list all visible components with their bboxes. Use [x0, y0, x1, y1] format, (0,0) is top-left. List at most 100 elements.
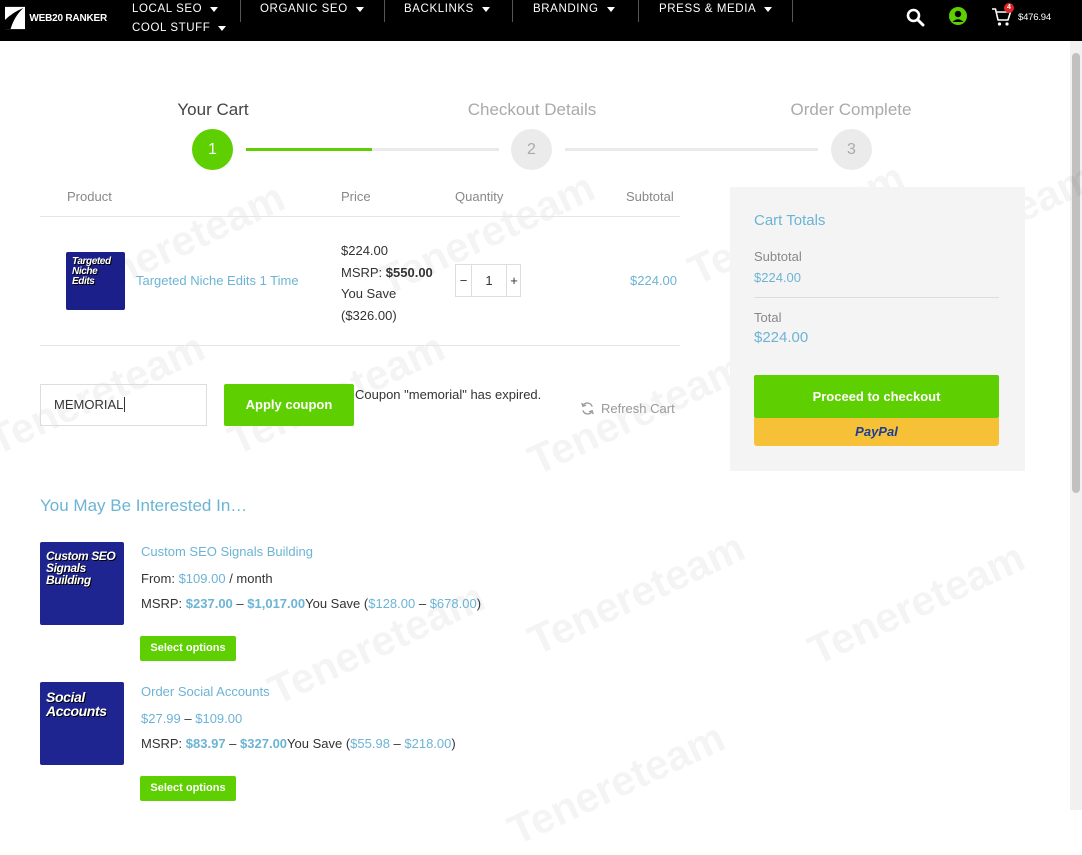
cart-totals-title: Cart Totals	[754, 212, 826, 229]
text-cursor	[124, 397, 126, 412]
select-options-button-2[interactable]: Select options	[140, 776, 236, 801]
thumbnail-text: Social Accounts	[46, 689, 107, 719]
table-divider	[40, 216, 680, 217]
save-high: $218.00	[404, 736, 452, 751]
recommended-product-name-1[interactable]: Custom SEO Signals Building	[141, 544, 313, 559]
save-low: $128.00	[368, 596, 416, 611]
header-product: Product	[67, 189, 112, 204]
quantity-stepper: − 1 +	[455, 264, 521, 297]
from-value: $109.00	[178, 571, 226, 586]
scrollbar-thumb[interactable]	[1072, 53, 1080, 493]
nav-divider	[638, 0, 639, 22]
header-price: Price	[341, 189, 371, 204]
caret-down-icon	[481, 6, 490, 12]
you-save-label: You Save (	[287, 736, 351, 751]
nav-divider	[240, 0, 241, 22]
msrp-label: MSRP:	[341, 264, 383, 280]
save-high: $678.00	[429, 596, 477, 611]
you-save-label: You Save	[341, 286, 397, 301]
recommended-msrp-1: MSRP: $237.00 – $1,017.00You Save ($128.…	[141, 596, 482, 611]
msrp-low: $83.97	[185, 736, 226, 751]
logo-mark-icon	[5, 6, 26, 30]
apply-coupon-button[interactable]: Apply coupon	[224, 384, 354, 426]
cart-product-name-link[interactable]: Targeted Niche Edits 1 Time	[136, 273, 299, 288]
quantity-decrease-button[interactable]: −	[456, 265, 472, 296]
recommended-price-1: From: $109.00 / month	[141, 571, 273, 586]
msrp-label: MSRP:	[141, 596, 183, 611]
nav-press-media[interactable]: PRESS & MEDIA	[659, 3, 773, 15]
totals-total-label: Total	[754, 310, 782, 325]
step-circle-1: 1	[192, 129, 233, 170]
recommended-title: You May Be Interested In…	[40, 496, 248, 515]
msrp-line: MSRP: $550.00	[341, 262, 433, 284]
watermark: Tenereteam	[521, 523, 752, 665]
price-high: $109.00	[195, 711, 243, 726]
msrp-label: MSRP:	[141, 736, 183, 751]
step-circle-2: 2	[511, 129, 552, 170]
msrp-high: $327.00	[240, 736, 288, 751]
watermark: Tenereteam	[261, 573, 492, 715]
header-quantity: Quantity	[455, 189, 504, 204]
step-track-2	[565, 148, 818, 151]
refresh-icon	[581, 402, 594, 415]
cart-amount[interactable]: $476.94	[1018, 12, 1051, 23]
site-logo[interactable]: WEB20 RANKER	[5, 5, 107, 31]
coupon-message: Coupon "memorial" has expired.	[355, 387, 542, 402]
you-save-value: ($326.00)	[341, 307, 397, 323]
nav-local-seo-label: LOCAL SEO	[132, 3, 203, 15]
totals-subtotal-label: Subtotal	[754, 249, 802, 264]
from-label: From:	[141, 571, 175, 586]
nav-branding[interactable]: BRANDING	[533, 3, 615, 15]
logo-text: WEB20 RANKER	[29, 12, 107, 24]
nav-divider	[384, 0, 385, 22]
paypal-button[interactable]: PayPal	[754, 418, 999, 446]
msrp-low: $237.00	[185, 596, 233, 611]
nav-divider	[792, 0, 793, 22]
step-circle-3: 3	[831, 129, 872, 170]
search-icon[interactable]	[906, 8, 925, 27]
msrp-value: $550.00	[385, 264, 433, 280]
table-divider	[40, 345, 680, 346]
refresh-cart-button[interactable]: Refresh Cart	[580, 401, 675, 416]
select-options-button-1[interactable]: Select options	[140, 636, 236, 661]
recommended-price-2: $27.99 – $109.00	[141, 711, 243, 726]
page-scrollbar[interactable]	[1070, 41, 1082, 810]
nav-local-seo[interactable]: LOCAL SEO	[132, 3, 219, 15]
account-icon[interactable]	[949, 7, 967, 25]
you-save-label: You Save (	[305, 596, 369, 611]
coupon-code-input[interactable]: MEMORIAL	[40, 384, 207, 426]
nav-backlinks[interactable]: BACKLINKS	[404, 3, 490, 15]
recommended-product-name-2[interactable]: Order Social Accounts	[141, 684, 270, 699]
cart-totals-panel: Cart Totals Subtotal $224.00 Total $224.…	[730, 187, 1025, 471]
price-low: $27.99	[141, 711, 181, 726]
caret-down-icon	[355, 6, 364, 12]
quantity-input[interactable]: 1	[472, 265, 506, 296]
watermark: Tenereteam	[801, 533, 1032, 675]
nav-backlinks-label: BACKLINKS	[404, 3, 474, 15]
nav-organic-seo[interactable]: ORGANIC SEO	[260, 3, 364, 15]
thumbnail-text: Custom SEO Signals Building	[46, 549, 116, 587]
recommended-thumbnail-1[interactable]: Custom SEO Signals Building	[40, 542, 124, 625]
proceed-to-checkout-button[interactable]: Proceed to checkout	[754, 375, 999, 418]
top-navbar: WEB20 RANKER LOCAL SEO ORGANIC SEO BACKL…	[0, 0, 1082, 41]
nav-divider	[512, 0, 513, 22]
totals-subtotal-value: $224.00	[754, 270, 801, 285]
header-subtotal: Subtotal	[626, 189, 674, 204]
nav-press-media-label: PRESS & MEDIA	[659, 3, 757, 15]
quantity-increase-button[interactable]: +	[506, 265, 521, 296]
recommended-msrp-2: MSRP: $83.97 – $327.00You Save ($55.98 –…	[141, 736, 456, 751]
coupon-code-value: MEMORIAL	[54, 397, 124, 412]
step-label-checkout: Checkout Details	[467, 100, 597, 119]
recommended-thumbnail-2[interactable]: Social Accounts	[40, 682, 124, 765]
product-thumbnail[interactable]: Targeted Niche Edits	[66, 252, 125, 310]
nav-cool-stuff[interactable]: COOL STUFF	[132, 22, 227, 34]
watermark: Tenereteam	[501, 713, 732, 855]
refresh-cart-label: Refresh Cart	[601, 401, 675, 416]
step-label-cart: Your Cart	[177, 100, 249, 119]
totals-divider	[754, 297, 999, 298]
thumbnail-text: Targeted Niche Edits	[72, 256, 111, 287]
caret-down-icon	[606, 6, 615, 12]
price-period: / month	[229, 571, 273, 586]
save-low: $55.98	[350, 736, 390, 751]
nav-branding-label: BRANDING	[533, 3, 599, 15]
